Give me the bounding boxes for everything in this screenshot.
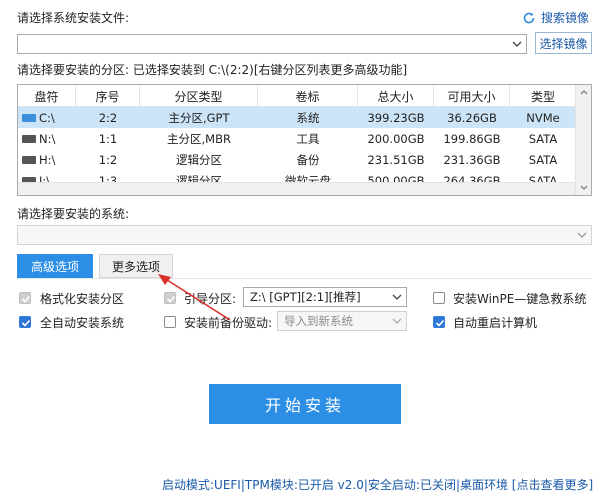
winpe-checkbox[interactable] (433, 292, 445, 304)
drive-icon (22, 134, 36, 143)
backup-driver-select[interactable]: 导入到新系统 (277, 311, 407, 331)
system-label: 请选择要安装的系统: (17, 207, 130, 221)
annotation-arrow-icon (158, 274, 231, 321)
format-partition-label: 格式化安装分区 (40, 292, 125, 306)
cell-bus-type: SATA (528, 152, 558, 167)
cell-drive: H:\ (39, 152, 56, 167)
system-combobox[interactable] (17, 225, 592, 245)
chevron-down-icon (576, 229, 588, 241)
partition-label: 请选择要安装的分区: 已选择安装到 C:\(2:2)[右键分区列表更多高级功能] (17, 63, 408, 77)
cell-total-size: 200.00GB (367, 131, 425, 146)
cell-partition-type: 主分区,MBR (167, 131, 231, 146)
winpe-label: 安装WinPE—键急救系统 (453, 292, 587, 306)
auto-install-label: 全自动安装系统 (40, 316, 125, 330)
checkmark-icon (21, 295, 31, 303)
refresh-icon (522, 11, 536, 25)
cell-volume-label: 工具 (296, 131, 320, 146)
column-header-bus-type[interactable]: 类型 (510, 85, 576, 107)
checkmark-icon (435, 319, 445, 327)
search-image-label: 搜索镜像 (541, 11, 590, 25)
cell-partition-type: 主分区,GPT (168, 110, 230, 125)
cell-drive: C:\ (39, 110, 55, 125)
column-header-index[interactable]: 序号 (76, 85, 140, 107)
cell-total-size: 399.23GB (367, 110, 425, 125)
column-header-total-size[interactable]: 总大小 (358, 85, 434, 107)
cell-partition-type: 逻辑分区 (176, 152, 222, 167)
auto-restart-checkbox[interactable] (433, 316, 445, 328)
table-row[interactable]: N:\ 1:1 主分区,MBR 工具 200.00GB 199.86GB SAT… (18, 128, 591, 149)
search-image-link[interactable]: 搜索镜像 (522, 9, 589, 26)
cell-drive: N:\ (39, 131, 56, 146)
chevron-down-icon (511, 38, 523, 50)
cell-index: 1:2 (98, 152, 118, 167)
cell-free-size: 36.26GB (447, 110, 497, 125)
cell-free-size: 199.86GB (443, 131, 501, 146)
checkmark-icon (21, 319, 31, 327)
cell-total-size: 231.51GB (367, 152, 425, 167)
column-header-drive[interactable]: 盘符 (18, 85, 76, 107)
partition-table[interactable]: 盘符 序号 分区类型 卷标 总大小 可用大小 类型 C:\ 2:2 主分区,GP… (17, 84, 592, 196)
cell-index: 2:2 (98, 110, 118, 125)
tab-divider (17, 278, 592, 279)
column-header-free-size[interactable]: 可用大小 (434, 85, 510, 107)
auto-restart-label: 自动重启计算机 (453, 316, 538, 330)
cell-bus-type: SATA (528, 131, 558, 146)
drive-icon (22, 113, 36, 122)
select-image-button[interactable]: 选择镜像 (535, 32, 592, 54)
chevron-down-icon (391, 291, 403, 306)
format-partition-checkbox[interactable] (19, 292, 31, 304)
drive-icon (22, 155, 36, 164)
boot-partition-select[interactable]: Z:\ [GPT][2:1][推荐] (243, 287, 407, 307)
image-file-label: 请选择系统安装文件: (17, 11, 130, 25)
table-row[interactable]: C:\ 2:2 主分区,GPT 系统 399.23GB 36.26GB NVMe (18, 107, 591, 128)
cell-bus-type: NVMe (526, 110, 560, 125)
horizontal-scrollbar[interactable] (18, 182, 575, 195)
cell-volume-label: 备份 (296, 152, 320, 167)
backup-driver-value: 导入到新系统 (284, 314, 353, 328)
table-header: 盘符 序号 分区类型 卷标 总大小 可用大小 类型 (18, 85, 591, 107)
table-row[interactable]: H:\ 1:2 逻辑分区 备份 231.51GB 231.36GB SATA (18, 149, 591, 170)
boot-partition-value: Z:\ [GPT][2:1][推荐] (250, 290, 361, 304)
column-header-partition-type[interactable]: 分区类型 (140, 85, 258, 107)
cell-free-size: 231.36GB (443, 152, 501, 167)
cell-volume-label: 系统 (296, 110, 320, 125)
column-header-volume-label[interactable]: 卷标 (258, 85, 358, 107)
image-file-combobox[interactable] (17, 34, 527, 54)
vertical-scrollbar[interactable] (575, 85, 591, 195)
tab-advanced-options[interactable]: 高级选项 (17, 254, 93, 278)
status-bar[interactable]: 启动模式:UEFI|TPM模块:已开启 v2.0|安全启动:已关闭|桌面环境 [… (162, 476, 593, 493)
cell-index: 1:1 (98, 131, 118, 146)
chevron-down-icon (391, 315, 403, 330)
auto-install-checkbox[interactable] (19, 316, 31, 328)
start-install-button[interactable]: 开始安装 (209, 384, 401, 424)
